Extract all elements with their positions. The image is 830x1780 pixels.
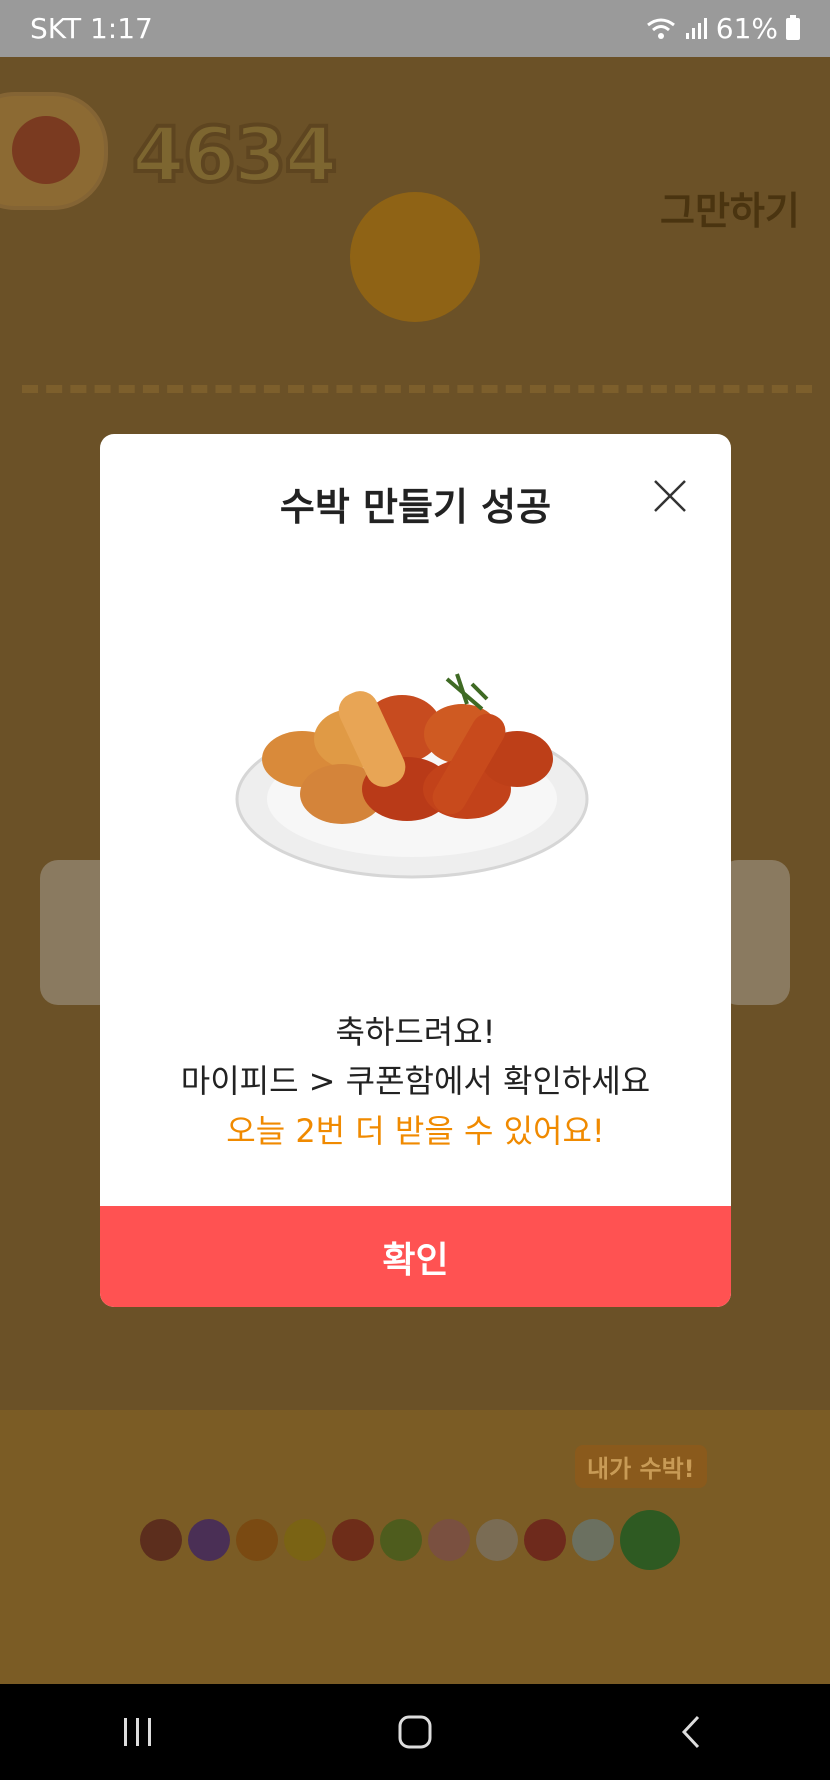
fruit-icon xyxy=(572,1519,614,1561)
back-icon[interactable] xyxy=(672,1712,712,1752)
carrier: SKT xyxy=(30,12,82,45)
battery-icon xyxy=(786,14,800,40)
next-fruit-icon xyxy=(350,192,480,322)
battery-percent: 61% xyxy=(715,12,778,45)
watermelon-icon xyxy=(620,1510,680,1570)
home-icon[interactable] xyxy=(395,1712,435,1752)
fruit-icon xyxy=(236,1519,278,1561)
message-check-coupon: 마이피드 > 쿠폰함에서 확인하세요 xyxy=(180,1062,651,1100)
signal-icon xyxy=(685,17,707,39)
quit-button[interactable]: 그만하기 xyxy=(660,180,800,235)
fruit-icon xyxy=(524,1519,566,1561)
fruit-icon xyxy=(140,1519,182,1561)
wifi-icon xyxy=(646,18,675,39)
chicken-coupon-image xyxy=(235,673,589,879)
fruit-lineup xyxy=(140,1510,680,1570)
fruit-icon xyxy=(284,1519,326,1561)
modal-title: 수박 만들기 성공 xyxy=(279,485,552,529)
status-right: 61% xyxy=(646,12,800,45)
clock: 1:17 xyxy=(89,12,153,45)
recent-apps-icon[interactable] xyxy=(118,1712,158,1752)
fruit-icon xyxy=(380,1519,422,1561)
status-left: SKT 1:17 xyxy=(30,12,153,45)
score-value: 4634 xyxy=(130,108,340,201)
fruit-icon xyxy=(428,1519,470,1561)
current-fruit-icon xyxy=(12,116,80,184)
fruit-icon xyxy=(188,1519,230,1561)
message-congrats: 축하드려요! xyxy=(335,1013,496,1051)
tip-badge: 내가 수박! xyxy=(575,1445,707,1488)
success-modal: 수박 만들기 성공 축하드려요! 마이피드 > 쿠폰함에서 확인하세요 오늘 2… xyxy=(100,434,731,1307)
status-bar: SKT 1:17 61% xyxy=(0,0,830,57)
fruit-icon xyxy=(332,1519,374,1561)
fruit-icon xyxy=(476,1519,518,1561)
close-icon[interactable] xyxy=(652,478,688,514)
message-remaining: 오늘 2번 더 받을 수 있어요! xyxy=(226,1112,605,1150)
navigation-bar xyxy=(0,1684,830,1780)
limit-line xyxy=(22,385,812,393)
confirm-button[interactable]: 확인 xyxy=(100,1206,731,1307)
